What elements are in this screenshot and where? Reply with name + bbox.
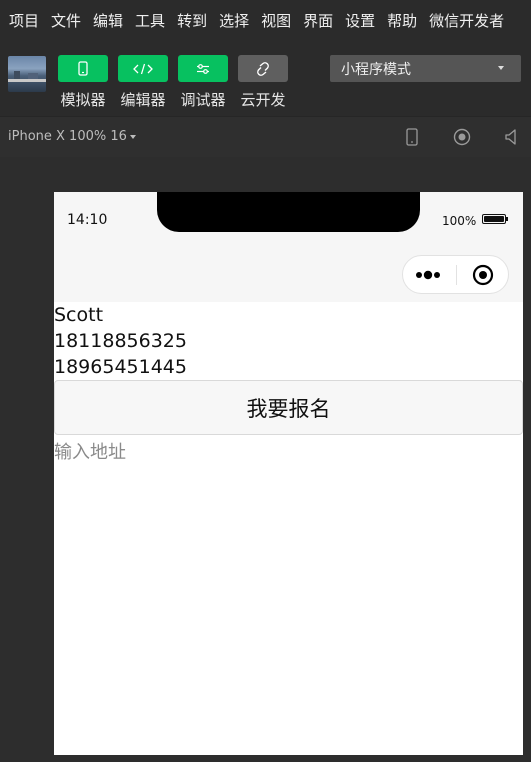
menu-item-settings[interactable]: 设置 [345,10,375,31]
menu-capsule [402,255,509,294]
address-input[interactable] [54,439,523,465]
device-select-label: iPhone X 100% 16 [8,129,127,144]
mode-select[interactable]: 小程序模式 [330,55,521,82]
debugger-button[interactable] [178,55,228,82]
more-icon[interactable] [415,269,445,281]
menu-bar: 项目 文件 编辑 工具 转到 选择 视图 界面 设置 帮助 微信开发者 [0,0,531,40]
menu-item-help[interactable]: 帮助 [387,10,417,31]
mode-select-value: 小程序模式 [341,61,411,78]
battery-percent: 100% [442,214,477,228]
cloud-link-icon [257,61,269,76]
editor-label: 编辑器 [120,91,166,109]
record-icon[interactable] [452,127,472,147]
capsule-divider [456,265,457,285]
status-time: 14:10 [67,212,108,228]
project-avatar[interactable] [8,56,46,92]
phone-icon [78,61,88,76]
chevron-down-icon [129,134,136,139]
toolbar: 模拟器 编辑器 调试器 云开发 小程序模式 [0,40,531,116]
phone-outline-icon[interactable] [402,127,422,147]
menu-item-view[interactable]: 视图 [261,10,291,31]
debug-icon [197,63,209,74]
chevron-down-icon [498,66,504,70]
menu-item-select[interactable]: 选择 [219,10,249,31]
simulator-screen: 14:10 100% Scott 18118856325 18965451445… [54,192,523,755]
menu-item-edit[interactable]: 编辑 [93,10,123,31]
user-name: Scott [54,304,104,326]
menu-item-goto[interactable]: 转到 [177,10,207,31]
battery-icon [482,214,508,224]
page-content: Scott 18118856325 18965451445 我要报名 [54,302,523,465]
phone-number-2: 18965451445 [54,356,187,378]
simulator-button[interactable] [58,55,108,82]
simulator-edge [523,192,531,755]
volume-icon[interactable] [502,127,522,147]
simulator-label: 模拟器 [60,91,106,109]
menu-item-wechat-devtools[interactable]: 微信开发者 [429,10,504,31]
menu-item-interface[interactable]: 界面 [303,10,333,31]
status-bar: 14:10 100% [54,192,523,302]
cloud-dev-label: 云开发 [240,91,286,109]
close-target-icon[interactable] [472,264,494,286]
device-select[interactable]: iPhone X 100% 16 [8,129,136,144]
phone-notch [157,192,420,232]
signup-button[interactable]: 我要报名 [54,380,523,435]
device-bar: iPhone X 100% 16 [0,116,531,157]
menu-item-file[interactable]: 文件 [51,10,81,31]
menu-item-project[interactable]: 项目 [9,10,39,31]
menu-item-tools[interactable]: 工具 [135,10,165,31]
debugger-label: 调试器 [180,91,226,109]
cloud-dev-button[interactable] [238,55,288,82]
code-icon [133,63,153,74]
phone-number-1: 18118856325 [54,330,187,352]
editor-button[interactable] [118,55,168,82]
